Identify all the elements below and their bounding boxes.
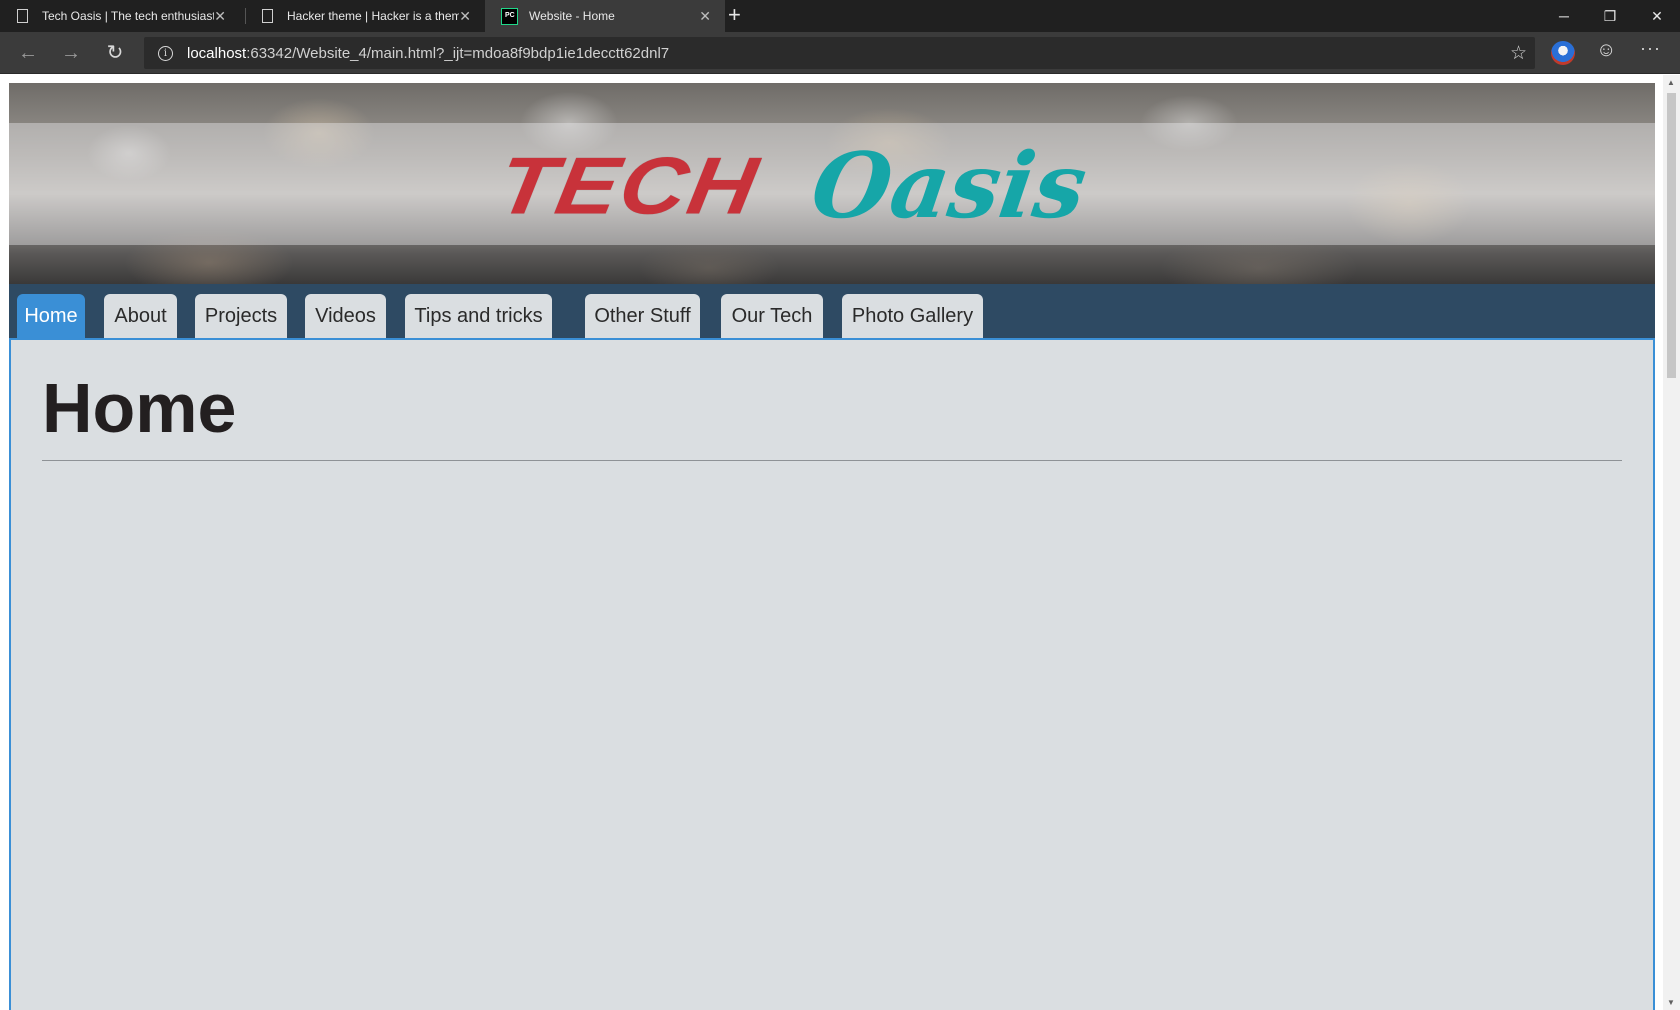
header-banner: TECH Oasis (9, 83, 1655, 284)
new-tab-button[interactable]: + (728, 4, 741, 26)
nav-tab-videos[interactable]: Videos (305, 294, 386, 338)
main-content: Home (9, 338, 1655, 1010)
nav-tab-tips-and-tricks[interactable]: Tips and tricks (405, 294, 552, 338)
document-icon (262, 9, 273, 23)
favorite-star-icon[interactable]: ☆ (1510, 42, 1527, 65)
address-bar[interactable]: i localhost:63342/Website_4/main.html?_i… (144, 37, 1535, 69)
url-host: localhost (187, 44, 247, 62)
nav-tab-other-stuff[interactable]: Other Stuff (585, 294, 700, 338)
tab-title: Tech Oasis | The tech enthusiasts (42, 9, 214, 23)
browser-tab-tech-oasis[interactable]: Tech Oasis | The tech enthusiasts ✕ (0, 0, 240, 32)
browser-tab-website-home[interactable]: PC Website - Home ✕ (485, 0, 725, 32)
logo-tech-text: TECH (491, 140, 766, 231)
url-path: :63342/Website_4/main.html?_ijt=mdoa8f9b… (246, 44, 670, 62)
pycharm-icon: PC (502, 8, 517, 24)
page-title: Home (42, 369, 237, 447)
logo-oasis-text: Oasis (806, 133, 1094, 239)
tab-title: Hacker theme | Hacker is a theme (287, 9, 459, 23)
site-navigation: Home About Projects Videos Tips and tric… (9, 284, 1655, 338)
scroll-up-arrow-icon[interactable]: ▲ (1667, 78, 1675, 87)
close-tab-icon[interactable]: ✕ (699, 8, 711, 25)
feedback-smiley-icon[interactable]: ☺ (1596, 39, 1616, 62)
page-scrollbar[interactable]: ▲ ▼ (1663, 75, 1680, 1010)
title-divider (42, 460, 1622, 461)
back-button[interactable]: ← (16, 41, 40, 65)
browser-tab-strip: Tech Oasis | The tech enthusiasts ✕ Hack… (0, 0, 1680, 32)
scroll-thumb[interactable] (1667, 93, 1676, 378)
url-text[interactable]: localhost:63342/Website_4/main.html?_ijt… (187, 45, 669, 62)
site-logo: TECH Oasis (491, 131, 1093, 241)
profile-avatar-icon[interactable] (1551, 41, 1575, 65)
restore-window-button[interactable]: ❐ (1587, 0, 1633, 32)
tab-title: Website - Home (529, 9, 615, 23)
browser-tab-hacker-theme[interactable]: Hacker theme | Hacker is a theme ✕ (245, 0, 485, 32)
close-tab-icon[interactable]: ✕ (214, 8, 226, 25)
document-icon (17, 9, 28, 23)
close-tab-icon[interactable]: ✕ (459, 8, 471, 25)
nav-tab-about[interactable]: About (104, 294, 177, 338)
nav-tab-photo-gallery[interactable]: Photo Gallery (842, 294, 983, 338)
forward-button[interactable]: → (59, 41, 83, 65)
nav-tab-our-tech[interactable]: Our Tech (721, 294, 823, 338)
browser-toolbar: ← → ↻ i localhost:63342/Website_4/main.h… (0, 32, 1680, 74)
close-window-button[interactable]: ✕ (1634, 0, 1680, 32)
site-container: TECH Oasis Home About Projects Videos Ti… (9, 83, 1655, 1010)
nav-tab-home[interactable]: Home (17, 294, 85, 338)
scroll-down-arrow-icon[interactable]: ▼ (1667, 998, 1675, 1007)
page-viewport: TECH Oasis Home About Projects Videos Ti… (0, 75, 1663, 1010)
nav-tab-projects[interactable]: Projects (195, 294, 287, 338)
more-options-icon[interactable]: ··· (1640, 38, 1661, 59)
reload-button[interactable]: ↻ (103, 41, 127, 65)
minimize-window-button[interactable]: ─ (1541, 0, 1587, 32)
site-info-icon[interactable]: i (158, 45, 173, 61)
